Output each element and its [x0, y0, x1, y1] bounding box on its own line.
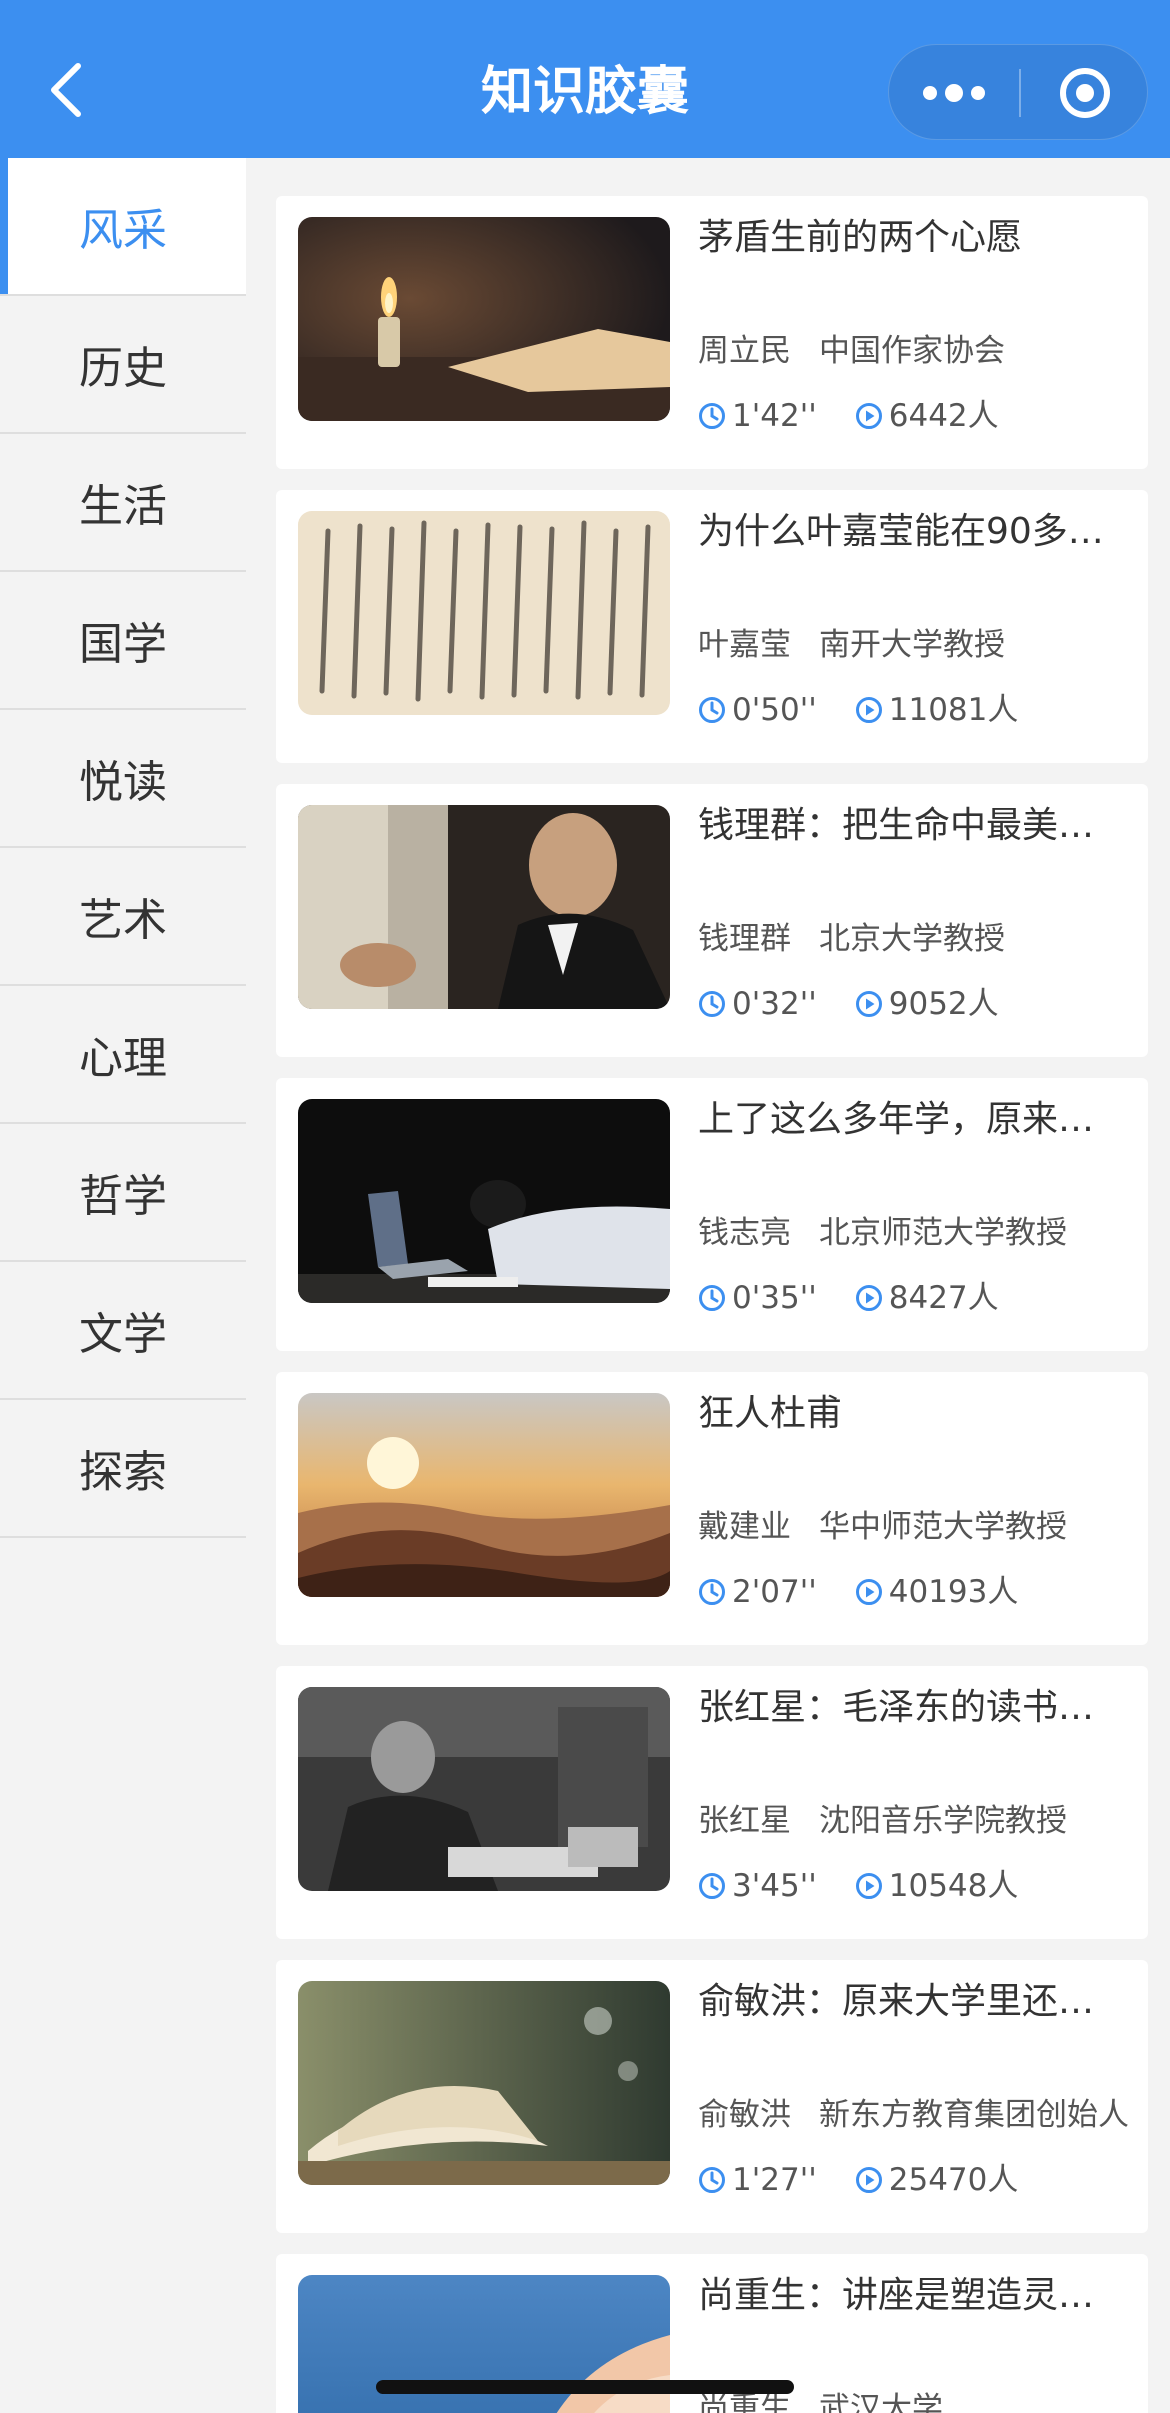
- sidebar-item-guoxue[interactable]: 国学: [0, 572, 246, 710]
- card-meta: 0'50'' 11081人: [698, 690, 1128, 730]
- clock-icon: [699, 991, 725, 1017]
- list-item[interactable]: 狂人杜甫 戴建业 华中师范大学教授 2'07'' 40193人: [276, 1372, 1148, 1645]
- target-close-icon: [1060, 68, 1110, 118]
- card-title: 为什么叶嘉莹能在90多…: [698, 511, 1104, 552]
- card-title: 俞敏洪：原来大学里还…: [698, 1981, 1095, 2022]
- open-book-image: [298, 1981, 670, 2185]
- play-icon: [855, 403, 882, 429]
- duration-text: 1'27'': [732, 2162, 817, 2198]
- views-text: 40193人: [888, 1574, 1019, 1610]
- sidebar-item-shenghuo[interactable]: 生活: [0, 434, 246, 572]
- card-title: 尚重生：讲座是塑造灵…: [698, 2275, 1095, 2316]
- card-meta: 1'27'' 25470人: [698, 2160, 1128, 2200]
- views-text: 11081人: [888, 692, 1019, 728]
- home-indicator[interactable]: [376, 2380, 794, 2394]
- mini-program-capsule: [888, 44, 1148, 140]
- play-icon: [855, 1873, 882, 1899]
- card-title: 茅盾生前的两个心愿: [698, 217, 1023, 258]
- views-text: 9052人: [888, 986, 999, 1022]
- card-title: 钱理群：把生命中最美…: [698, 805, 1095, 846]
- list-item[interactable]: 俞敏洪：原来大学里还… 俞敏洪 新东方教育集团创始人 1'27'' 25470人: [276, 1960, 1148, 2233]
- sidebar-item-zhexue[interactable]: 哲学: [0, 1124, 246, 1262]
- list-item[interactable]: 茅盾生前的两个心愿 周立民 中国作家协会 1'42'' 6442人: [276, 196, 1148, 469]
- card-author: 钱理群 北京大学教授: [698, 921, 1005, 957]
- card-author: 钱志亮 北京师范大学教授: [698, 1215, 1067, 1251]
- list-item[interactable]: 张红星：毛泽东的读书… 张红星 沈阳音乐学院教授 3'45'' 10548人: [276, 1666, 1148, 1939]
- card-meta: 1'42'' 6442人: [698, 396, 1128, 436]
- play-icon: [855, 1579, 882, 1605]
- more-button[interactable]: [889, 45, 1019, 141]
- duration-text: 0'35'': [732, 1280, 817, 1316]
- play-icon: [855, 697, 882, 723]
- card-title: 张红星：毛泽东的读书…: [698, 1687, 1095, 1728]
- portrait-image: [298, 805, 670, 1009]
- student-laptop-image: [298, 1099, 670, 1303]
- card-meta: 0'32'' 9052人: [698, 984, 1128, 1024]
- duration-text: 1'42'': [732, 398, 817, 434]
- duration-text: 0'32'': [732, 986, 817, 1022]
- sidebar-item-fengcai[interactable]: 风采: [0, 158, 246, 296]
- play-icon: [855, 1285, 882, 1311]
- reading-photo-image: [298, 1687, 670, 1891]
- duration-text: 2'07'': [732, 1574, 817, 1610]
- play-icon: [855, 2167, 882, 2193]
- views-text: 10548人: [888, 1868, 1019, 1904]
- card-author: 叶嘉莹 南开大学教授: [698, 627, 1005, 663]
- list-item[interactable]: 钱理群：把生命中最美… 钱理群 北京大学教授 0'32'' 9052人: [276, 784, 1148, 1057]
- duration-text: 0'50'': [732, 692, 817, 728]
- category-sidebar: 风采 历史 生活 国学 悦读 艺术 心理 哲学 文学 探索: [0, 158, 246, 2413]
- play-icon: [855, 991, 882, 1017]
- sidebar-item-wenxue[interactable]: 文学: [0, 1262, 246, 1400]
- clock-icon: [699, 1873, 725, 1899]
- views-text: 6442人: [888, 398, 999, 434]
- card-meta: 2'07'' 40193人: [698, 1572, 1128, 1612]
- more-dots-icon: [923, 84, 985, 102]
- sidebar-item-yuedu[interactable]: 悦读: [0, 710, 246, 848]
- card-author: 戴建业 华中师范大学教授: [698, 1509, 1067, 1545]
- clock-icon: [699, 403, 725, 429]
- sidebar-item-lishi[interactable]: 历史: [0, 296, 246, 434]
- card-author: 周立民 中国作家协会: [698, 333, 1005, 369]
- card-meta: 3'45'' 10548人: [698, 1866, 1128, 1906]
- sidebar-item-yishu[interactable]: 艺术: [0, 848, 246, 986]
- navigation-bar: 知识胶囊: [0, 0, 1170, 158]
- card-author: 俞敏洪 新东方教育集团创始人: [698, 2097, 1128, 2133]
- clock-icon: [699, 1285, 725, 1311]
- card-author: 张红星 沈阳音乐学院教授: [698, 1803, 1067, 1839]
- calligraphy-image: [298, 511, 670, 715]
- clock-icon: [699, 2167, 725, 2193]
- clock-icon: [699, 697, 725, 723]
- views-text: 25470人: [888, 2162, 1019, 2198]
- sidebar-item-tansuo[interactable]: 探索: [0, 1400, 246, 1538]
- close-button[interactable]: [1021, 45, 1149, 141]
- list-item[interactable]: 为什么叶嘉莹能在90多… 叶嘉莹 南开大学教授 0'50'' 11081人: [276, 490, 1148, 763]
- card-title: 狂人杜甫: [698, 1393, 843, 1434]
- sidebar-item-xinli[interactable]: 心理: [0, 986, 246, 1124]
- candle-image: [298, 217, 670, 421]
- card-meta: 0'35'' 8427人: [698, 1278, 1128, 1318]
- views-text: 8427人: [888, 1280, 999, 1316]
- duration-text: 3'45'': [732, 1868, 817, 1904]
- list-item[interactable]: 上了这么多年学，原来… 钱志亮 北京师范大学教授 0'35'' 8427人: [276, 1078, 1148, 1351]
- card-title: 上了这么多年学，原来…: [698, 1099, 1095, 1140]
- clock-icon: [699, 1579, 725, 1605]
- mountain-sunset-image: [298, 1393, 670, 1597]
